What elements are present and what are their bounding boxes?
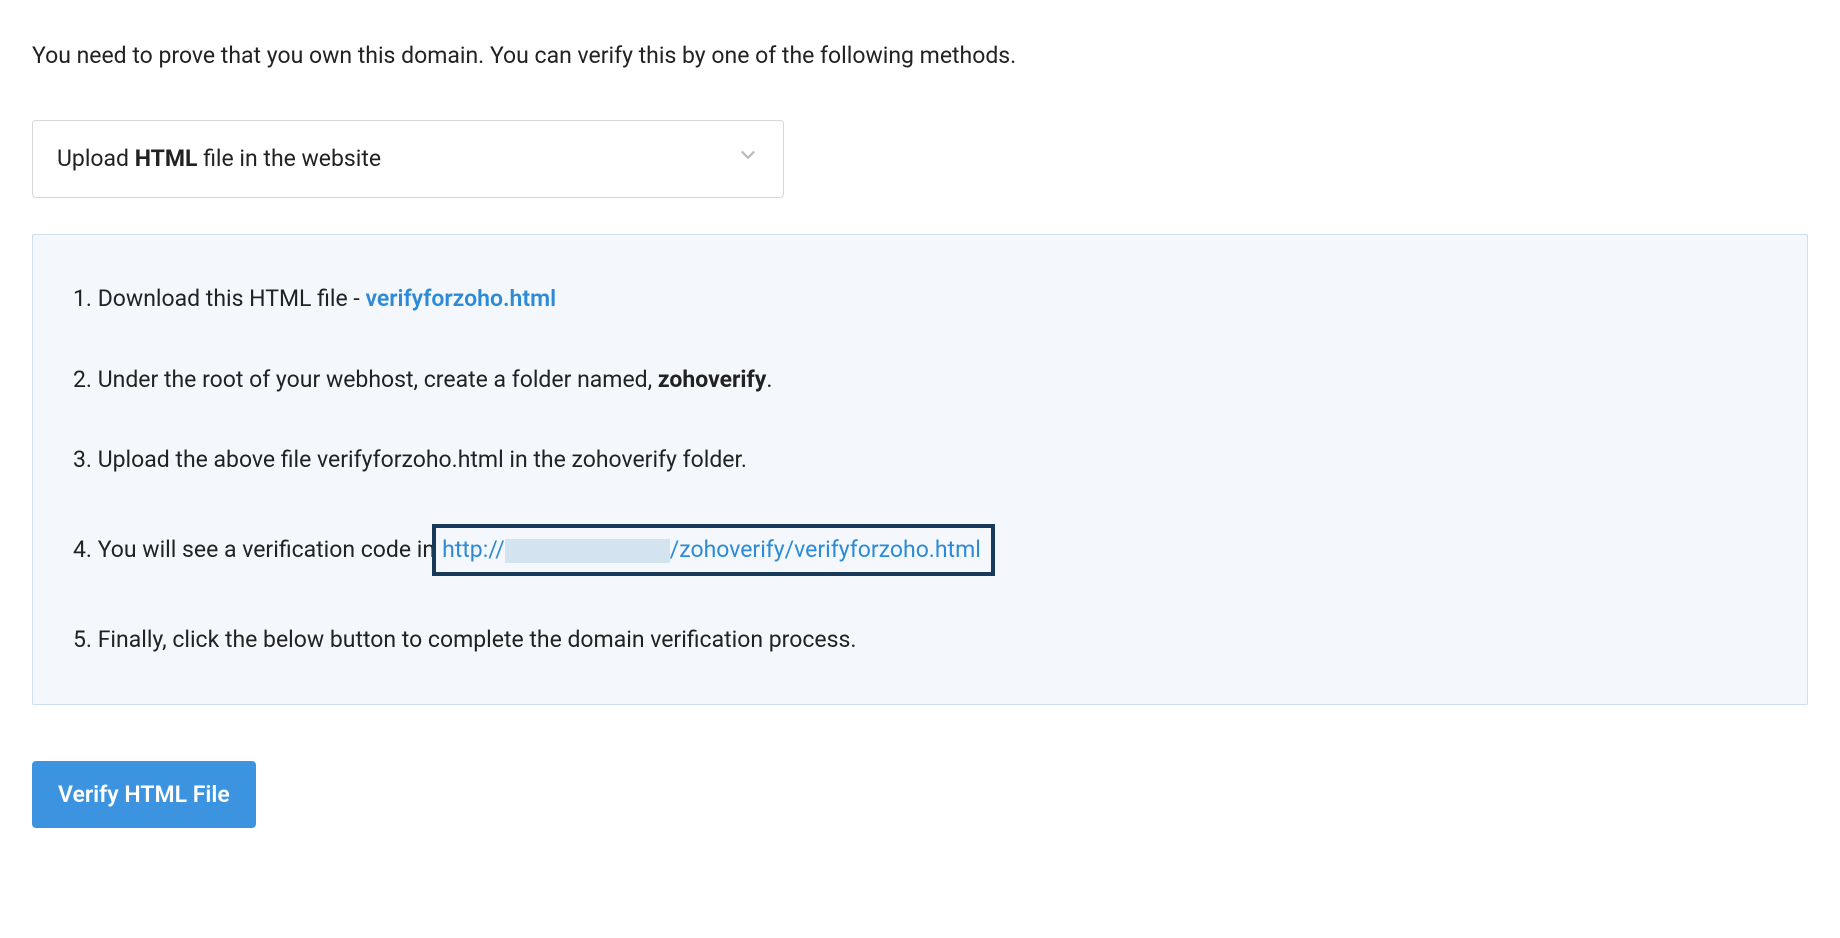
step-2: 2. Under the root of your webhost, creat… bbox=[73, 364, 1767, 396]
redacted-domain bbox=[505, 539, 670, 563]
url-path[interactable]: /zohoverify/verifyforzoho.html bbox=[670, 536, 981, 563]
download-file-link[interactable]: verifyforzoho.html bbox=[365, 285, 556, 312]
step-text: Under the root of your webhost, create a… bbox=[92, 366, 658, 393]
dropdown-prefix: Upload bbox=[57, 145, 135, 172]
step-number: 2. bbox=[73, 366, 92, 393]
verify-html-file-button[interactable]: Verify HTML File bbox=[32, 761, 256, 828]
step-text: You will see a verification code in bbox=[92, 536, 435, 563]
dropdown-label: Upload HTML file in the website bbox=[57, 143, 381, 175]
step-text: Finally, click the below button to compl… bbox=[92, 626, 856, 653]
step-number: 5. bbox=[73, 626, 92, 653]
intro-text: You need to prove that you own this doma… bbox=[32, 40, 1808, 72]
step-number: 1. bbox=[73, 285, 92, 312]
step-text: Upload the above file verifyforzoho.html… bbox=[92, 446, 747, 473]
step-4: 4. You will see a verification code in h… bbox=[73, 524, 1767, 576]
verification-url-box: http:// /zohoverify/verifyforzoho.html bbox=[432, 524, 995, 576]
step-3: 3. Upload the above file verifyforzoho.h… bbox=[73, 444, 1767, 476]
step-1: 1. Download this HTML file - verifyforzo… bbox=[73, 283, 1767, 315]
dropdown-bold: HTML bbox=[135, 145, 198, 172]
dropdown-suffix: file in the website bbox=[197, 145, 381, 172]
instructions-panel: 1. Download this HTML file - verifyforzo… bbox=[32, 234, 1808, 705]
step-number: 4. bbox=[73, 536, 92, 563]
verification-method-dropdown[interactable]: Upload HTML file in the website bbox=[32, 120, 784, 198]
step-number: 3. bbox=[73, 446, 92, 473]
step-5: 5. Finally, click the below button to co… bbox=[73, 624, 1767, 656]
folder-name: zohoverify bbox=[658, 366, 766, 393]
step-suffix: . bbox=[766, 366, 772, 393]
url-protocol[interactable]: http:// bbox=[442, 536, 505, 563]
step-text: Download this HTML file - bbox=[92, 285, 365, 312]
chevron-down-icon bbox=[737, 143, 759, 175]
